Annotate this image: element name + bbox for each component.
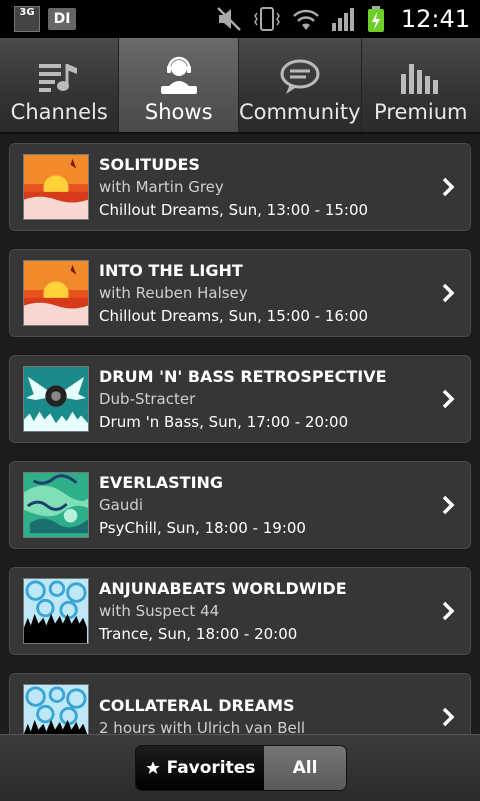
show-item-anjunabeats-worldwide[interactable]: ANJUNABEATS WORLDWIDE with Suspect 44 Tr… — [9, 567, 471, 655]
crowd-art — [23, 684, 89, 734]
filter-bar: Favorites All — [0, 734, 480, 801]
tab-label: Premium — [374, 100, 468, 124]
chevron-right-icon — [442, 283, 455, 303]
show-schedule: Trance, Sun, 18:00 - 20:00 — [99, 624, 298, 643]
show-host: Dub-Stracter — [99, 389, 196, 408]
show-schedule: Chillout Dreams, Sun, 15:00 - 16:00 — [99, 306, 369, 325]
show-list[interactable]: SOLITUDES with Martin Grey Chillout Drea… — [0, 134, 480, 734]
star-icon — [145, 761, 160, 774]
show-item-solitudes[interactable]: SOLITUDES with Martin Grey Chillout Drea… — [9, 143, 471, 231]
favorites-button[interactable]: Favorites — [136, 746, 264, 790]
show-title: SOLITUDES — [99, 154, 200, 174]
sunset-art — [23, 154, 89, 220]
vibrate-icon — [253, 7, 280, 31]
app-notification-icon: DI — [48, 8, 76, 30]
chevron-right-icon — [442, 601, 455, 621]
chat-bubble-icon — [280, 59, 320, 94]
crowd-art — [23, 578, 89, 644]
show-schedule: PsyChill, Sun, 18:00 - 19:00 — [99, 518, 306, 537]
psychill-art — [23, 472, 89, 538]
all-button[interactable]: All — [264, 746, 346, 790]
favorites-label: Favorites — [166, 758, 256, 778]
show-title: INTO THE LIGHT — [99, 260, 243, 280]
signal-icon — [331, 8, 354, 31]
mute-icon — [216, 7, 241, 31]
status-bar: 3G DI 12:41 — [0, 0, 480, 38]
tab-bar: Channels Shows Community Premium — [0, 38, 480, 134]
tab-community[interactable]: Community — [239, 38, 362, 132]
show-title: DRUM 'N' BASS RETROSPECTIVE — [99, 366, 387, 386]
show-item-everlasting[interactable]: EVERLASTING Gaudi PsyChill, Sun, 18:00 -… — [9, 461, 471, 549]
show-host: 2 hours with Ulrich van Bell — [99, 719, 306, 734]
show-host: Gaudi — [99, 495, 144, 514]
chevron-right-icon — [442, 707, 455, 727]
battery-charging-icon — [367, 6, 384, 32]
show-title: COLLATERAL DREAMS — [99, 696, 295, 715]
tab-shows[interactable]: Shows — [119, 38, 239, 132]
show-host: with Suspect 44 — [99, 601, 220, 620]
show-item-collateral-dreams[interactable]: COLLATERAL DREAMS 2 hours with Ulrich va… — [9, 673, 471, 734]
show-schedule: Chillout Dreams, Sun, 13:00 - 15:00 — [99, 200, 369, 219]
sunset-art — [23, 260, 89, 326]
network-3g-icon: 3G — [14, 6, 40, 32]
equalizer-icon — [400, 64, 438, 94]
tab-label: Channels — [10, 100, 108, 124]
show-title: ANJUNABEATS WORLDWIDE — [99, 578, 347, 598]
chevron-right-icon — [442, 177, 455, 197]
show-item-into-the-light[interactable]: INTO THE LIGHT with Reuben Halsey Chillo… — [9, 249, 471, 337]
show-host: with Reuben Halsey — [99, 283, 248, 302]
all-label: All — [292, 758, 318, 778]
channels-icon — [39, 64, 78, 92]
tab-label: Community — [238, 100, 361, 124]
tab-premium[interactable]: Premium — [362, 38, 480, 132]
dj-icon — [160, 56, 197, 94]
show-item-drum-n-bass-retrospective[interactable]: DRUM 'N' BASS RETROSPECTIVE Dub-Stracter… — [9, 355, 471, 443]
chevron-right-icon — [442, 389, 455, 409]
speaker-wings-art — [23, 366, 89, 432]
tab-label: Shows — [144, 100, 213, 124]
show-title: EVERLASTING — [99, 472, 224, 492]
show-schedule: Drum 'n Bass, Sun, 17:00 - 20:00 — [99, 412, 349, 431]
tab-channels[interactable]: Channels — [0, 38, 120, 132]
chevron-right-icon — [442, 495, 455, 515]
show-host: with Martin Grey — [99, 177, 224, 196]
clock: 12:41 — [400, 5, 470, 33]
filter-segmented-control: Favorites All — [135, 745, 347, 791]
wifi-icon — [292, 9, 319, 30]
